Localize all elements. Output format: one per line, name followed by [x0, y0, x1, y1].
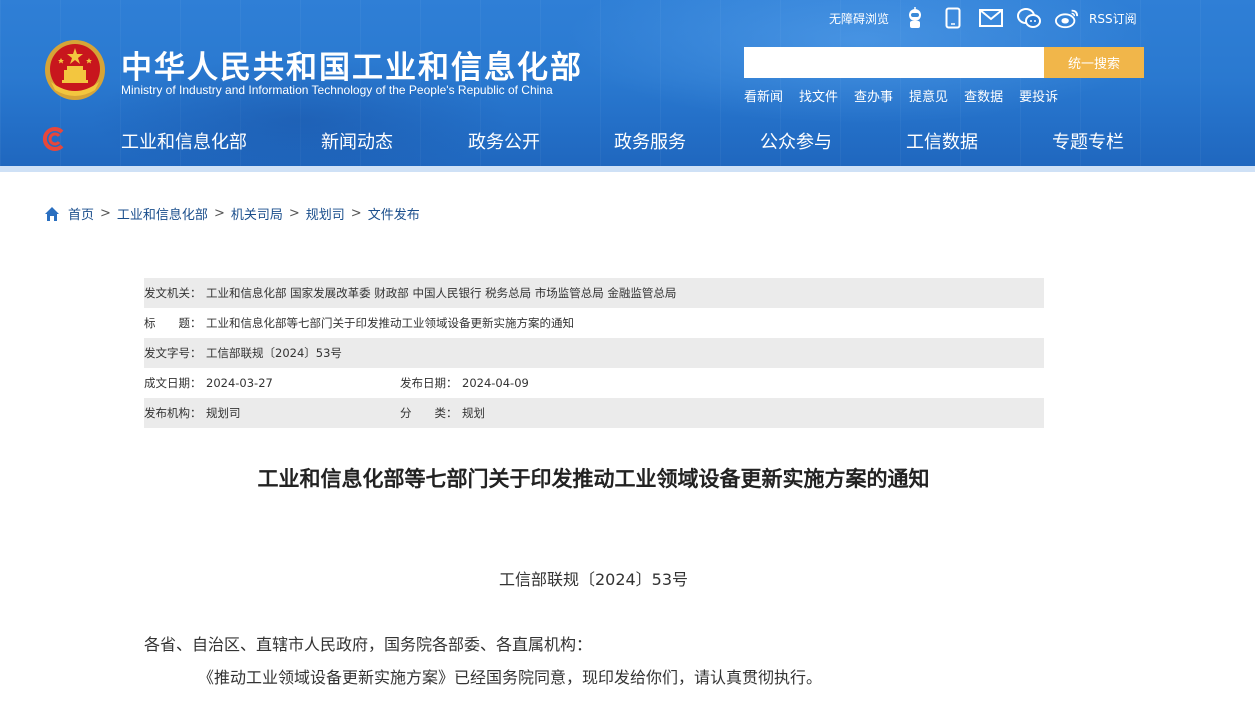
nav-gov-services[interactable]: 政务服务 — [614, 128, 686, 154]
meta-row-dates: 成文日期： 2024-03-27 发布日期： 2024-04-09 — [144, 368, 1044, 398]
nav-data[interactable]: 工信数据 — [906, 128, 978, 154]
quick-links: 看新闻 找文件 查办事 提意见 查数据 要投诉 — [744, 86, 1074, 105]
org-cell: 发布机构： 规划司 — [144, 405, 400, 421]
national-emblem-icon — [45, 40, 105, 100]
search-input[interactable] — [744, 47, 1044, 78]
created-label: 成文日期： — [144, 376, 202, 390]
category-value: 规划 — [462, 406, 485, 420]
mobile-icon[interactable] — [941, 6, 965, 30]
issuer-label: 发文机关： — [144, 286, 202, 300]
nav-topics[interactable]: 专题专栏 — [1052, 128, 1124, 154]
published-cell: 发布日期： 2024-04-09 — [400, 375, 529, 391]
quick-link-news[interactable]: 看新闻 — [744, 86, 783, 105]
created-cell: 成文日期： 2024-03-27 — [144, 375, 400, 391]
article-recipients: 各省、自治区、直辖市人民政府，国务院各部委、各直属机构： — [144, 635, 593, 654]
site-title-cn: 中华人民共和国工业和信息化部 — [121, 50, 583, 86]
mail-icon[interactable] — [979, 6, 1004, 30]
meta-row-issuer: 发文机关： 工业和信息化部 国家发展改革委 财政部 中国人民银行 税务总局 市场… — [144, 278, 1044, 308]
breadcrumb-planning-dept[interactable]: 规划司 — [306, 204, 345, 223]
breadcrumb-separator: > — [213, 206, 225, 221]
accessible-browse-link[interactable]: 无障碍浏览 — [829, 10, 889, 27]
quick-link-feedback[interactable]: 提意见 — [909, 86, 948, 105]
org-value: 规划司 — [206, 406, 241, 420]
breadcrumb-file-release[interactable]: 文件发布 — [368, 204, 420, 223]
breadcrumb-separator: > — [350, 206, 362, 221]
breadcrumb-home[interactable]: 首页 — [68, 204, 94, 223]
home-icon[interactable] — [44, 206, 60, 222]
header-bottom-bar — [0, 166, 1255, 172]
document-meta-table: 发文机关： 工业和信息化部 国家发展改革委 财政部 中国人民银行 税务总局 市场… — [144, 278, 1044, 428]
wechat-icon[interactable] — [1017, 6, 1042, 30]
article-paragraph: 《推动工业领域设备更新实施方案》已经国务院同意，现印发给你们，请认真贯彻执行。 — [198, 668, 823, 687]
main-nav: 工业和信息化部 新闻动态 政务公开 政务服务 公众参与 工信数据 专题专栏 — [0, 118, 1255, 162]
nav-miit[interactable]: 工业和信息化部 — [121, 128, 247, 154]
created-value: 2024-03-27 — [206, 376, 273, 390]
meta-row-org: 发布机构： 规划司 分 类： 规划 — [144, 398, 1044, 428]
nav-gov-info[interactable]: 政务公开 — [468, 128, 540, 154]
site-title-en: Ministry of Industry and Information Tec… — [121, 83, 553, 97]
weibo-icon[interactable] — [1055, 6, 1079, 30]
quick-link-files[interactable]: 找文件 — [799, 86, 838, 105]
breadcrumb-separator: > — [100, 206, 111, 221]
top-toolbar: 无障碍浏览 RSS订阅 — [829, 4, 1137, 32]
category-cell: 分 类： 规划 — [400, 405, 485, 421]
breadcrumb-separator: > — [288, 206, 300, 221]
published-label: 发布日期： — [400, 376, 458, 390]
subject-value: 工业和信息化部等七部门关于印发推动工业领域设备更新实施方案的通知 — [206, 316, 574, 330]
quick-link-complaint[interactable]: 要投诉 — [1019, 86, 1058, 105]
breadcrumb: 首页 > 工业和信息化部 > 机关司局 > 规划司 > 文件发布 — [44, 204, 420, 223]
docno-label: 发文字号： — [144, 346, 202, 360]
article-title: 工业和信息化部等七部门关于印发推动工业领域设备更新实施方案的通知 — [257, 467, 930, 491]
nav-news[interactable]: 新闻动态 — [321, 128, 393, 154]
subject-label: 标 题： — [144, 316, 202, 330]
quick-link-data[interactable]: 查数据 — [964, 86, 1003, 105]
breadcrumb-departments[interactable]: 机关司局 — [231, 204, 283, 223]
rss-link[interactable]: RSS订阅 — [1089, 10, 1137, 27]
meta-row-subject: 标 题： 工业和信息化部等七部门关于印发推动工业领域设备更新实施方案的通知 — [144, 308, 1044, 338]
article-docno: 工信部联规〔2024〕53号 — [498, 570, 689, 589]
meta-row-docno: 发文字号： 工信部联规〔2024〕53号 — [144, 338, 1044, 368]
category-label: 分 类： — [400, 406, 458, 420]
robot-icon[interactable] — [903, 6, 927, 30]
published-value: 2024-04-09 — [462, 376, 529, 390]
quick-link-services[interactable]: 查办事 — [854, 86, 893, 105]
breadcrumb-miit[interactable]: 工业和信息化部 — [117, 204, 208, 223]
org-label: 发布机构： — [144, 406, 202, 420]
issuer-value: 工业和信息化部 国家发展改革委 财政部 中国人民银行 税务总局 市场监管总局 金… — [206, 286, 677, 300]
site-header: 中华人民共和国工业和信息化部 Ministry of Industry and … — [0, 0, 1255, 172]
docno-value: 工信部联规〔2024〕53号 — [206, 346, 342, 360]
nav-public-participation[interactable]: 公众参与 — [760, 128, 832, 154]
miit-logo-icon — [42, 127, 64, 151]
unified-search-button[interactable]: 统一搜索 — [1044, 47, 1144, 78]
